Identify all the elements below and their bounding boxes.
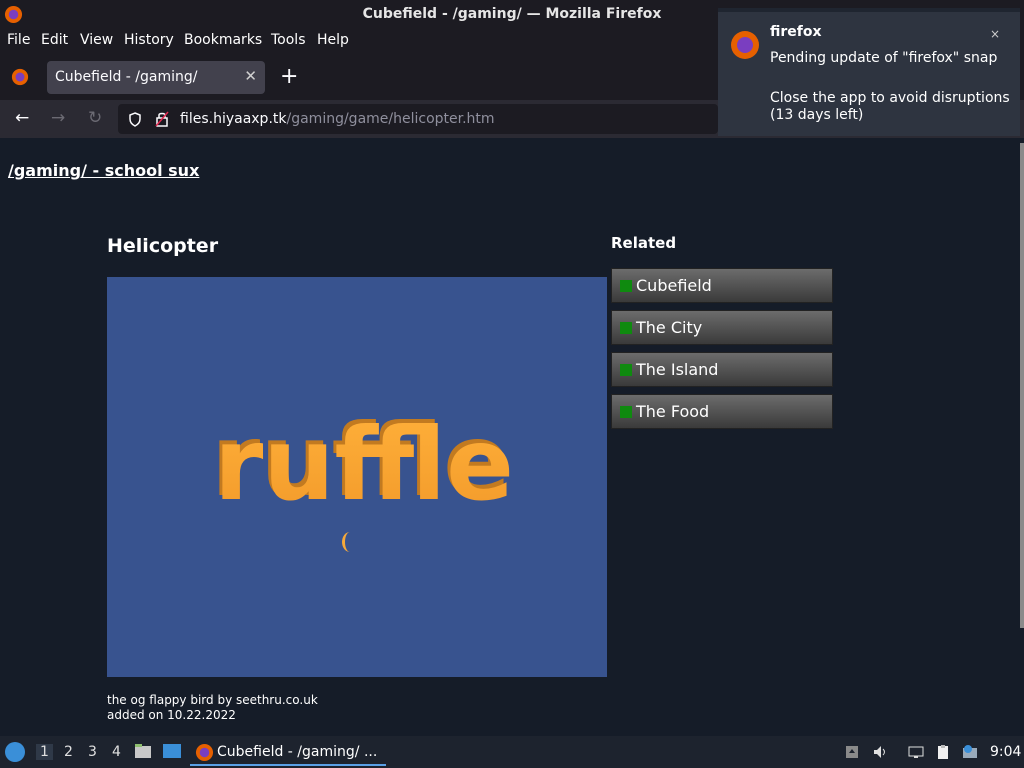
update-notification[interactable]: firefox × Pending update of "firefox" sn… [718, 8, 1020, 136]
volume-icon[interactable] [872, 744, 888, 760]
related-item-the-food[interactable]: The Food [611, 394, 833, 429]
green-square-icon [620, 406, 632, 418]
menu-help[interactable]: Help [317, 32, 349, 48]
menu-bookmarks[interactable]: Bookmarks [184, 32, 262, 48]
tab-label: Cubefield - /gaming/ [55, 69, 198, 85]
upload-tray-icon[interactable] [844, 744, 860, 760]
lock-insecure-icon[interactable] [155, 111, 169, 127]
workspace-1[interactable]: 1 [36, 744, 53, 760]
ruffle-player[interactable]: ruffle ruffle [107, 277, 607, 677]
game-credit: the og flappy bird by seethru.co.uk [107, 693, 318, 707]
desktop-icon[interactable] [162, 742, 182, 760]
green-square-icon [620, 364, 632, 376]
game-title: Helicopter [107, 235, 219, 257]
green-square-icon [620, 322, 632, 334]
menu-tools[interactable]: Tools [271, 32, 306, 48]
clipboard-icon[interactable] [935, 744, 951, 760]
related-item-cubefield[interactable]: Cubefield [611, 268, 833, 303]
loading-spinner-icon [342, 532, 358, 552]
start-menu-icon[interactable] [5, 742, 25, 762]
page-content: /gaming/ - school sux Helicopter ruffle … [0, 138, 1024, 736]
game-description: the og flappy bird by seethru.co.uk adde… [107, 693, 318, 723]
workspace-2[interactable]: 2 [64, 744, 73, 760]
notification-app-name: firefox [770, 24, 822, 40]
file-manager-icon[interactable] [134, 742, 152, 760]
tab-cubefield[interactable]: Cubefield - /gaming/ ✕ [47, 61, 265, 94]
firefox-icon [195, 743, 214, 762]
notification-detail: Close the app to avoid disruptions (13 d… [770, 90, 1010, 123]
menu-history[interactable]: History [124, 32, 174, 48]
ruffle-logo: ruffle ruffle [211, 407, 514, 507]
forward-icon[interactable]: → [51, 108, 65, 128]
workspace-4[interactable]: 4 [112, 744, 121, 760]
menu-view[interactable]: View [80, 32, 113, 48]
url-text: files.hiyaaxp.tk/gaming/game/helicopter.… [180, 111, 495, 127]
url-host: files.hiyaaxp.tk [180, 111, 287, 127]
url-bar[interactable]: files.hiyaaxp.tk/gaming/game/helicopter.… [118, 104, 718, 134]
clock: 9:04 [990, 744, 1022, 760]
page-scrollbar[interactable] [1020, 143, 1024, 628]
related-item-label: The Island [636, 360, 719, 379]
menu-edit[interactable]: Edit [41, 32, 68, 48]
url-path: /gaming/game/helicopter.htm [286, 111, 495, 127]
taskbar: 1 2 3 4 Cubefield - /gaming/ ... 9:04 [0, 736, 1024, 768]
related-item-label: The Food [636, 402, 710, 421]
menu-file[interactable]: File [7, 32, 30, 48]
taskbar-app-label: Cubefield - /gaming/ ... [217, 744, 378, 760]
workspace-3[interactable]: 3 [88, 744, 97, 760]
back-icon[interactable]: ← [15, 108, 29, 128]
network-icon[interactable] [908, 744, 924, 760]
notification-message: Pending update of "firefox" snap [770, 50, 998, 66]
close-icon[interactable]: × [990, 27, 1000, 41]
related-item-label: Cubefield [636, 276, 712, 295]
green-square-icon [620, 280, 632, 292]
game-added-date: added on 10.22.2022 [107, 708, 236, 722]
update-notification-icon[interactable] [962, 744, 978, 760]
shield-icon[interactable] [128, 112, 142, 127]
firefox-icon [731, 31, 759, 59]
reload-icon[interactable]: ↻ [88, 108, 102, 128]
ruffle-logo-text: ruffle [214, 407, 514, 507]
related-item-label: The City [636, 318, 703, 337]
firefox-view-icon[interactable] [11, 68, 29, 86]
new-tab-icon[interactable]: + [280, 64, 298, 89]
taskbar-app-firefox[interactable]: Cubefield - /gaming/ ... [190, 739, 386, 766]
related-item-the-island[interactable]: The Island [611, 352, 833, 387]
related-item-the-city[interactable]: The City [611, 310, 833, 345]
site-title-link[interactable]: /gaming/ - school sux [8, 161, 199, 180]
close-tab-icon[interactable]: ✕ [244, 67, 257, 85]
related-heading: Related [611, 234, 677, 252]
